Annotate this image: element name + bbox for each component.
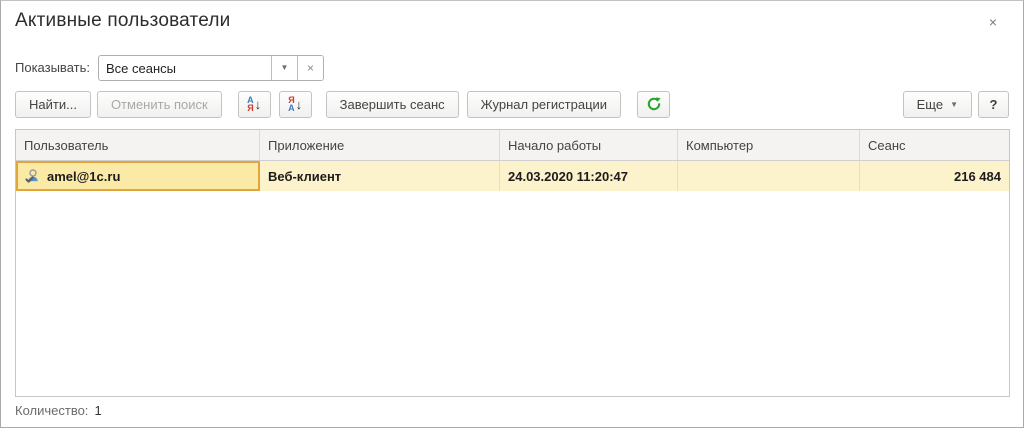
end-session-button[interactable]: Завершить сеанс (326, 91, 459, 118)
toolbar: Найти... Отменить поиск А Я ↓ Я А ↓ (15, 90, 1009, 118)
status-bar: Количество: 1 (15, 403, 102, 418)
count-label: Количество: (15, 403, 88, 418)
cell-session[interactable]: 216 484 (860, 161, 1009, 191)
show-filter-label: Показывать: (15, 60, 90, 75)
page-title: Активные пользователи (15, 10, 230, 32)
more-button-label: Еще (917, 97, 943, 112)
column-header-computer[interactable]: Компьютер (678, 130, 860, 160)
cancel-search-button[interactable]: Отменить поиск (97, 91, 222, 118)
count-value: 1 (94, 403, 101, 418)
table-row[interactable]: amel@1c.ru Веб-клиент 24.03.2020 11:20:4… (16, 161, 1009, 191)
refresh-icon (646, 96, 662, 112)
column-header-user[interactable]: Пользователь (16, 130, 260, 160)
chevron-down-icon: ▼ (950, 100, 958, 109)
clear-filter-icon[interactable]: × (297, 56, 323, 80)
help-button[interactable]: ? (978, 91, 1009, 118)
column-header-start[interactable]: Начало работы (500, 130, 678, 160)
close-icon[interactable]: × (985, 15, 1001, 31)
event-log-button[interactable]: Журнал регистрации (467, 91, 621, 118)
sessions-filter-value[interactable]: Все сеансы (99, 56, 271, 80)
cell-user[interactable]: amel@1c.ru (16, 161, 260, 191)
active-users-window: Активные пользователи × Показывать: Все … (0, 0, 1024, 428)
refresh-button[interactable] (637, 91, 670, 118)
sessions-table: Пользователь Приложение Начало работы Ко… (15, 129, 1010, 397)
sort-ascending-icon: А Я ↓ (247, 96, 261, 112)
sessions-filter-combo: Все сеансы ▼ × (98, 55, 324, 81)
find-button[interactable]: Найти... (15, 91, 91, 118)
sort-descending-icon: Я А ↓ (288, 96, 302, 112)
sort-descending-button[interactable]: Я А ↓ (279, 91, 312, 118)
chevron-down-icon[interactable]: ▼ (271, 56, 297, 80)
cell-computer[interactable] (678, 161, 860, 191)
cell-application[interactable]: Веб-клиент (260, 161, 500, 191)
column-header-session[interactable]: Сеанс (860, 130, 1009, 160)
filter-row: Показывать: Все сеансы ▼ × (15, 54, 324, 81)
active-user-icon (24, 168, 40, 184)
user-name: amel@1c.ru (47, 169, 120, 184)
cell-start[interactable]: 24.03.2020 11:20:47 (500, 161, 678, 191)
column-header-application[interactable]: Приложение (260, 130, 500, 160)
sort-ascending-button[interactable]: А Я ↓ (238, 91, 271, 118)
table-header: Пользователь Приложение Начало работы Ко… (16, 130, 1009, 161)
more-button[interactable]: Еще ▼ (903, 91, 972, 118)
